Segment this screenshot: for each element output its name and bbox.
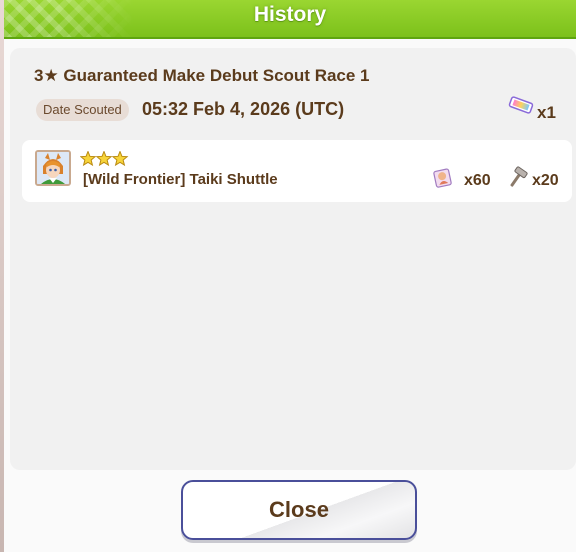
dialog-title: History <box>253 3 327 26</box>
memory-piece-icon <box>433 168 452 188</box>
rarity-stars <box>80 151 129 167</box>
close-button-label: Close <box>269 497 329 522</box>
scout-ticket-icon <box>508 96 534 114</box>
character-portrait[interactable] <box>35 150 71 186</box>
date-scouted-value: 05:32 Feb 4, 2026 (UTC) <box>142 99 345 119</box>
character-portrait-image <box>37 152 69 184</box>
character-name: [Wild Frontier] Taiki Shuttle <box>83 171 278 188</box>
rarity-star-icon <box>111 151 129 167</box>
rarity-star-icon <box>95 151 113 167</box>
horseshoe-hammer-quantity: x20 <box>532 172 559 189</box>
memory-piece-quantity: x60 <box>464 172 491 189</box>
close-button[interactable]: Close <box>181 480 417 540</box>
date-scouted-label: Date Scouted <box>36 99 129 121</box>
dialog-header: History <box>4 0 576 39</box>
ticket-cost-quantity: x1 <box>537 103 556 122</box>
horseshoe-hammer-icon <box>510 166 528 187</box>
rarity-star-icon <box>80 151 97 167</box>
scout-entry-title: 3★ Guaranteed Make Debut Scout Race 1 <box>34 66 370 85</box>
